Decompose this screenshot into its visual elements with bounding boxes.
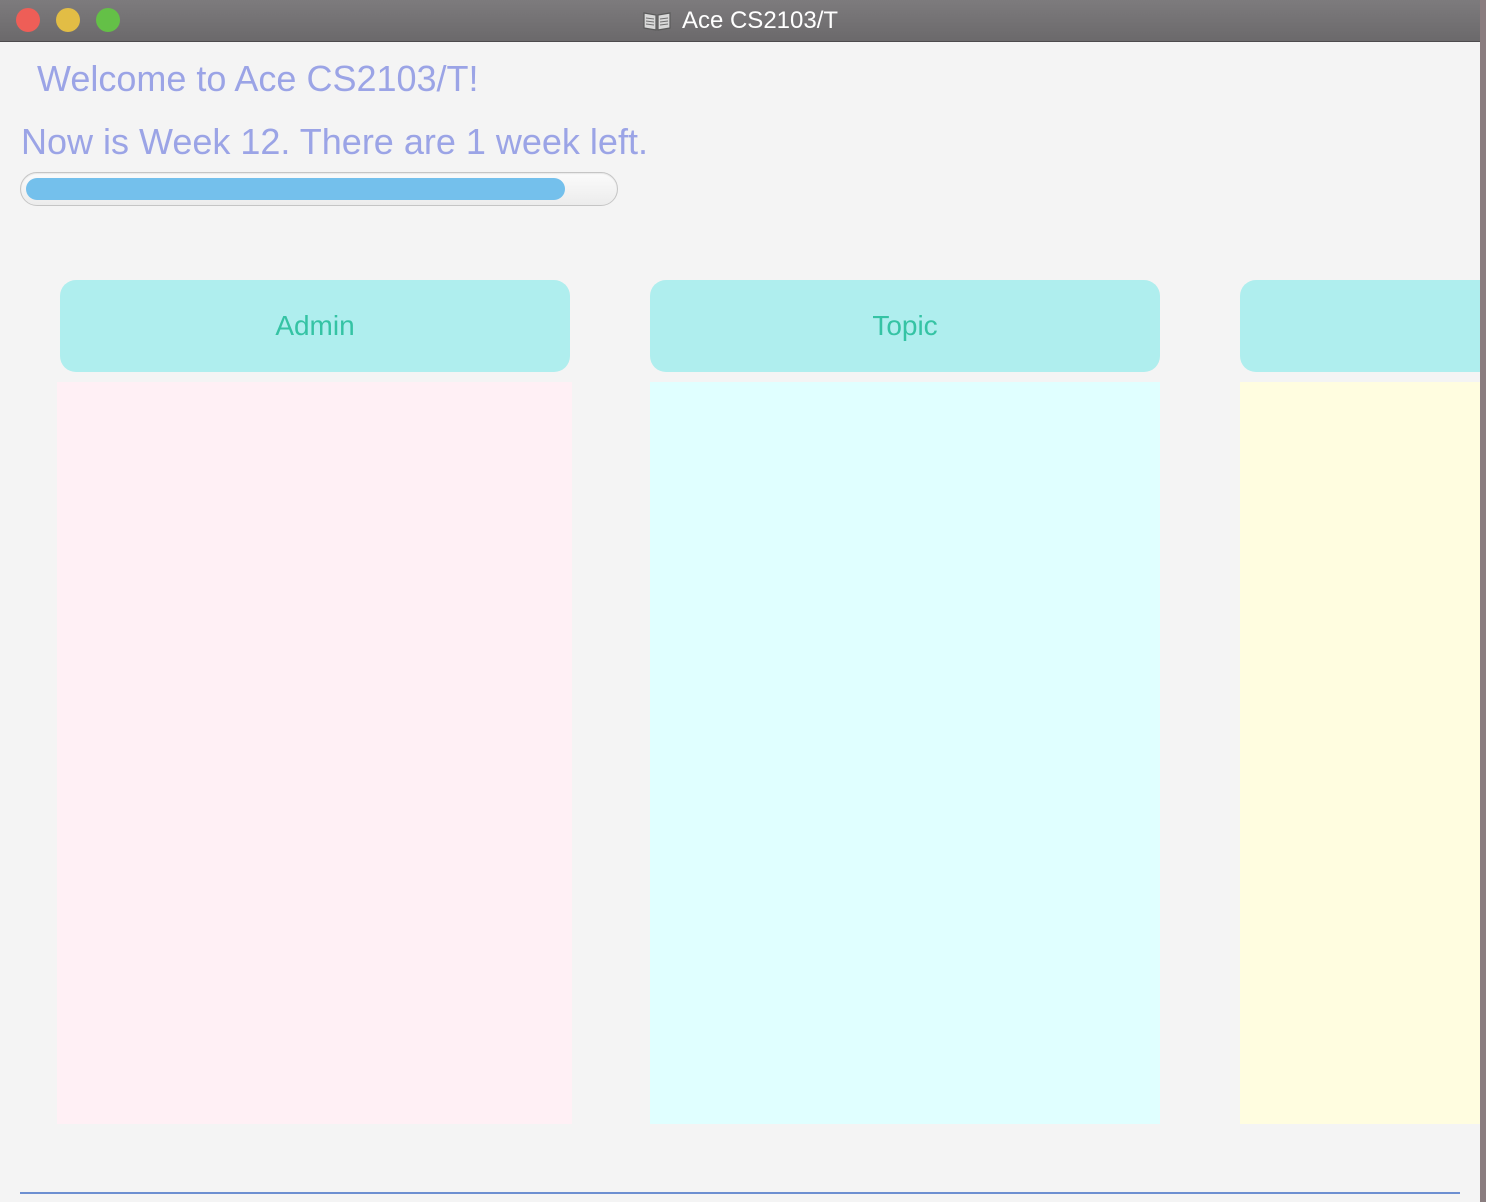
admin-column-label: Admin — [275, 310, 355, 341]
app-window: Ace CS2103/T Welcome to Ace CS2103/T! No… — [0, 0, 1480, 1202]
week-progress-bar — [20, 172, 618, 206]
book-icon — [642, 10, 672, 32]
admin-column-header[interactable]: Admin — [60, 280, 570, 372]
desktop-background-edge — [1480, 0, 1486, 1202]
window-title: Ace CS2103/T — [681, 6, 839, 34]
topic-column-list[interactable] — [650, 382, 1160, 1124]
third-column-header[interactable] — [1240, 280, 1480, 372]
week-status-text: Now is Week 12. There are 1 week left. — [21, 121, 648, 162]
topic-column-label: Topic — [872, 310, 938, 341]
admin-column-list[interactable] — [57, 382, 572, 1124]
welcome-heading: Welcome to Ace CS2103/T! — [37, 58, 479, 99]
topic-column-header[interactable]: Topic — [650, 280, 1160, 372]
command-box-border — [20, 1192, 1460, 1194]
title-bar[interactable]: Ace CS2103/T — [0, 0, 1480, 42]
window-title-group: Ace CS2103/T — [0, 0, 1480, 41]
week-progress-fill — [26, 178, 565, 200]
third-column-list[interactable] — [1240, 382, 1480, 1124]
